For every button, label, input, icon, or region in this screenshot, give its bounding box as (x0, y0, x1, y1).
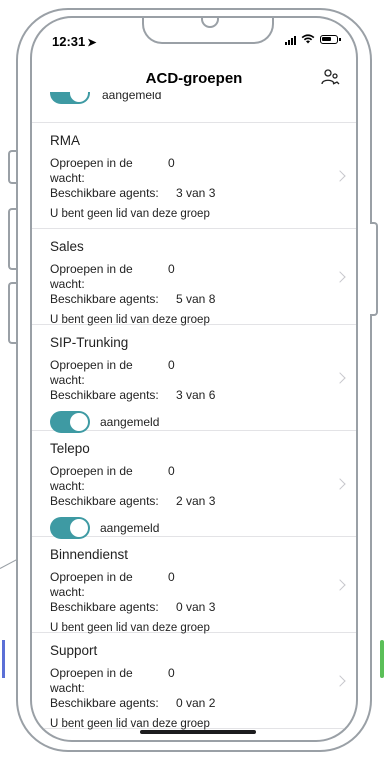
list-item[interactable]: Telepo Oproepen in de wacht: 0 Beschikbar… (32, 431, 356, 539)
waiting-label: Oproepen in de wacht: (50, 262, 133, 291)
phone-power-button (370, 222, 378, 316)
group-name: Support (50, 643, 98, 658)
phone-screen: 12:31 ➤ ACD-groepen aangemeld RMA Oproep… (30, 16, 358, 742)
acd-group-list: aangemeld RMA Oproepen in de wacht: 0 Bes… (32, 92, 356, 730)
waiting-label: Oproepen in de wacht: (50, 464, 133, 493)
page-title: ACD-groepen (145, 70, 243, 87)
agents-label: Beschikbare agents: (50, 292, 159, 306)
phone-volume-down-button (8, 282, 16, 344)
signal-icon (285, 35, 296, 45)
list-item[interactable]: SIP-Trunking Oproepen in de wacht: 0 Besc… (32, 325, 356, 433)
toggle-knob (70, 413, 88, 431)
agents-value: 0 van 2 (176, 696, 216, 710)
agents-label: Beschikbare agents: (50, 186, 159, 200)
membership-status: U bent geen lid van deze groep (50, 718, 210, 730)
toggle-label: aangemeld (100, 521, 160, 535)
list-item[interactable]: Support Oproepen in de wacht: 0 Beschikba… (32, 633, 356, 730)
toggle-knob (70, 92, 88, 102)
phone-volume-up-button (8, 208, 16, 270)
group-name: SIP-Trunking (50, 335, 129, 350)
waiting-value: 0 (168, 570, 175, 584)
waiting-value: 0 (168, 666, 175, 680)
waiting-label: Oproepen in de wacht: (50, 570, 133, 599)
login-toggle[interactable] (50, 517, 90, 539)
group-name: Telepo (50, 441, 90, 456)
agents-label: Beschikbare agents: (50, 600, 159, 614)
notch (142, 18, 274, 44)
agents-value: 2 van 3 (176, 494, 216, 508)
phone-mute-switch (8, 150, 16, 184)
agents-label: Beschikbare agents: (50, 494, 159, 508)
toggle-label: aangemeld (102, 92, 162, 102)
waiting-label: Oproepen in de wacht: (50, 666, 133, 695)
agents-value: 3 van 3 (176, 186, 216, 200)
waiting-value: 0 (168, 262, 175, 276)
group-name: Sales (50, 239, 84, 254)
group-name: RMA (50, 133, 80, 148)
accent-marker-left (2, 640, 5, 678)
waiting-value: 0 (168, 156, 175, 170)
location-arrow-icon: ➤ (87, 37, 97, 49)
agents-value: 3 van 6 (176, 388, 216, 402)
membership-status: U bent geen lid van deze groep (50, 208, 210, 220)
battery-icon (320, 35, 341, 44)
list-item[interactable]: Sales Oproepen in de wacht: 0 Beschikbare… (32, 229, 356, 326)
login-toggle[interactable] (50, 411, 90, 433)
agents-label: Beschikbare agents: (50, 388, 159, 402)
waiting-label: Oproepen in de wacht: (50, 358, 133, 387)
waiting-value: 0 (168, 464, 175, 478)
agents-icon[interactable] (318, 66, 342, 90)
agents-label: Beschikbare agents: (50, 696, 159, 710)
login-toggle[interactable] (50, 92, 90, 104)
agents-value: 5 van 8 (176, 292, 216, 306)
group-name: Binnendienst (50, 547, 129, 562)
waiting-label: Oproepen in de wacht: (50, 156, 133, 185)
accent-marker-right (380, 640, 384, 678)
camera-icon (201, 18, 219, 28)
toggle-label: aangemeld (100, 415, 160, 429)
list-item[interactable]: RMA Oproepen in de wacht: 0 Beschikbare a… (32, 123, 356, 229)
status-time: 12:31 ➤ (52, 34, 96, 49)
home-indicator[interactable] (140, 730, 256, 734)
list-item[interactable]: aangemeld (32, 92, 356, 123)
toggle-knob (70, 519, 88, 537)
status-icons (285, 34, 341, 45)
wifi-icon (301, 34, 315, 45)
status-time-text: 12:31 (52, 34, 86, 49)
waiting-value: 0 (168, 358, 175, 372)
list-item[interactable]: Binnendienst Oproepen in de wacht: 0 Besc… (32, 537, 356, 634)
agents-value: 0 van 3 (176, 600, 216, 614)
